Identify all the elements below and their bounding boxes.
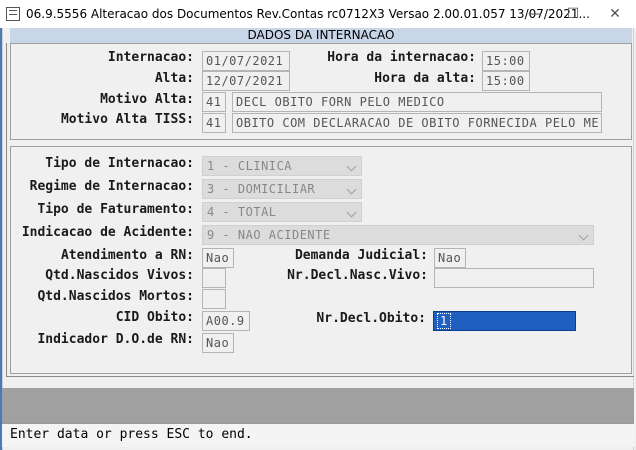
demanda-judicial-field[interactable]: Nao [434, 248, 466, 268]
indicacao-acidente-value: 9 - NAO ACIDENTE [207, 228, 331, 242]
hora-alta-field[interactable]: 15:00 [482, 71, 530, 91]
indicador-do-rn-label: Indicador D.O.de RN: [37, 332, 194, 347]
nr-decl-nasc-vivo-field[interactable] [434, 268, 594, 288]
window-border [0, 28, 2, 450]
hora-internacao-field[interactable]: 15:00 [482, 51, 530, 71]
internacao-field[interactable]: 01/07/2021 [202, 51, 290, 71]
tipo-internacao-label: Tipo de Internacao: [45, 156, 194, 171]
tipo-faturamento-value: 4 - TOTAL [207, 205, 277, 219]
chevron-down-icon [346, 207, 357, 218]
motivo-alta-tiss-code-field[interactable]: 41 [202, 113, 226, 133]
button-area [2, 388, 634, 423]
hora-alta-label: Hora da alta: [374, 71, 476, 86]
indicador-do-rn-field[interactable]: Nao [202, 333, 234, 353]
section-header: DADOS DA INTERNACAO [10, 28, 632, 43]
chevron-down-icon [578, 230, 589, 241]
tipo-faturamento-label: Tipo de Faturamento: [37, 202, 194, 217]
internacao-label: Internacao: [107, 50, 194, 65]
qtd-nascidos-vivos-field[interactable] [202, 268, 226, 288]
alta-field[interactable]: 12/07/2021 [202, 71, 290, 91]
motivo-alta-desc-field: DECL OBITO FORN PELO MEDICO [232, 92, 602, 112]
regime-internacao-value: 3 - DOMICILIAR [207, 182, 316, 196]
nr-decl-nasc-vivo-label: Nr.Decl.Nasc.Vivo: [287, 268, 428, 283]
atendimento-rn-field[interactable]: Nao [202, 248, 234, 268]
qtd-nascidos-vivos-label: Qtd.Nascidos Vivos: [45, 268, 194, 283]
tipo-internacao-select[interactable]: 1 - CLINICA [202, 156, 362, 176]
nr-decl-obito-field[interactable]: 1 [433, 311, 576, 331]
alta-label: Alta: [154, 71, 194, 86]
motivo-alta-tiss-label: Motivo Alta TISS: [60, 112, 194, 127]
cid-obito-field[interactable]: A00.9 [202, 311, 250, 331]
nr-decl-obito-value: 1 [437, 313, 451, 329]
maximize-button[interactable]: ☐ [556, 0, 590, 28]
status-bar: Enter data or press ESC to end. [2, 423, 634, 447]
close-button[interactable]: ✕ [598, 0, 632, 28]
motivo-alta-tiss-desc-field: OBITO COM DECLARACAO DE OBITO FORNECIDA … [232, 113, 602, 133]
window-title: 06.9.5556 Alteracao dos Documentos Rev.C… [26, 7, 590, 21]
hora-internacao-label: Hora da internacao: [327, 50, 476, 65]
regime-internacao-select[interactable]: 3 - DOMICILIAR [202, 179, 362, 199]
regime-internacao-label: Regime de Internacao: [29, 179, 194, 194]
motivo-alta-label: Motivo Alta: [100, 92, 194, 107]
indicacao-acidente-label: Indicacao de Acidente: [21, 225, 194, 240]
chevron-down-icon [346, 161, 357, 172]
cid-obito-label: CID Obito: [115, 310, 194, 325]
indicacao-acidente-select[interactable]: 9 - NAO ACIDENTE [202, 225, 594, 245]
minimize-button[interactable]: — [518, 0, 552, 28]
qtd-nascidos-mortos-label: Qtd.Nascidos Mortos: [37, 289, 194, 304]
tipo-faturamento-select[interactable]: 4 - TOTAL [202, 202, 362, 222]
app-icon [6, 7, 20, 21]
demanda-judicial-label: Demanda Judicial: [294, 248, 428, 263]
nr-decl-obito-label: Nr.Decl.Obito: [316, 311, 426, 326]
motivo-alta-code-field[interactable]: 41 [202, 92, 226, 112]
tipo-internacao-value: 1 - CLINICA [207, 159, 292, 173]
atendimento-rn-label: Atendimento a RN: [60, 248, 194, 263]
qtd-nascidos-mortos-field[interactable] [202, 289, 226, 309]
chevron-down-icon [346, 184, 357, 195]
